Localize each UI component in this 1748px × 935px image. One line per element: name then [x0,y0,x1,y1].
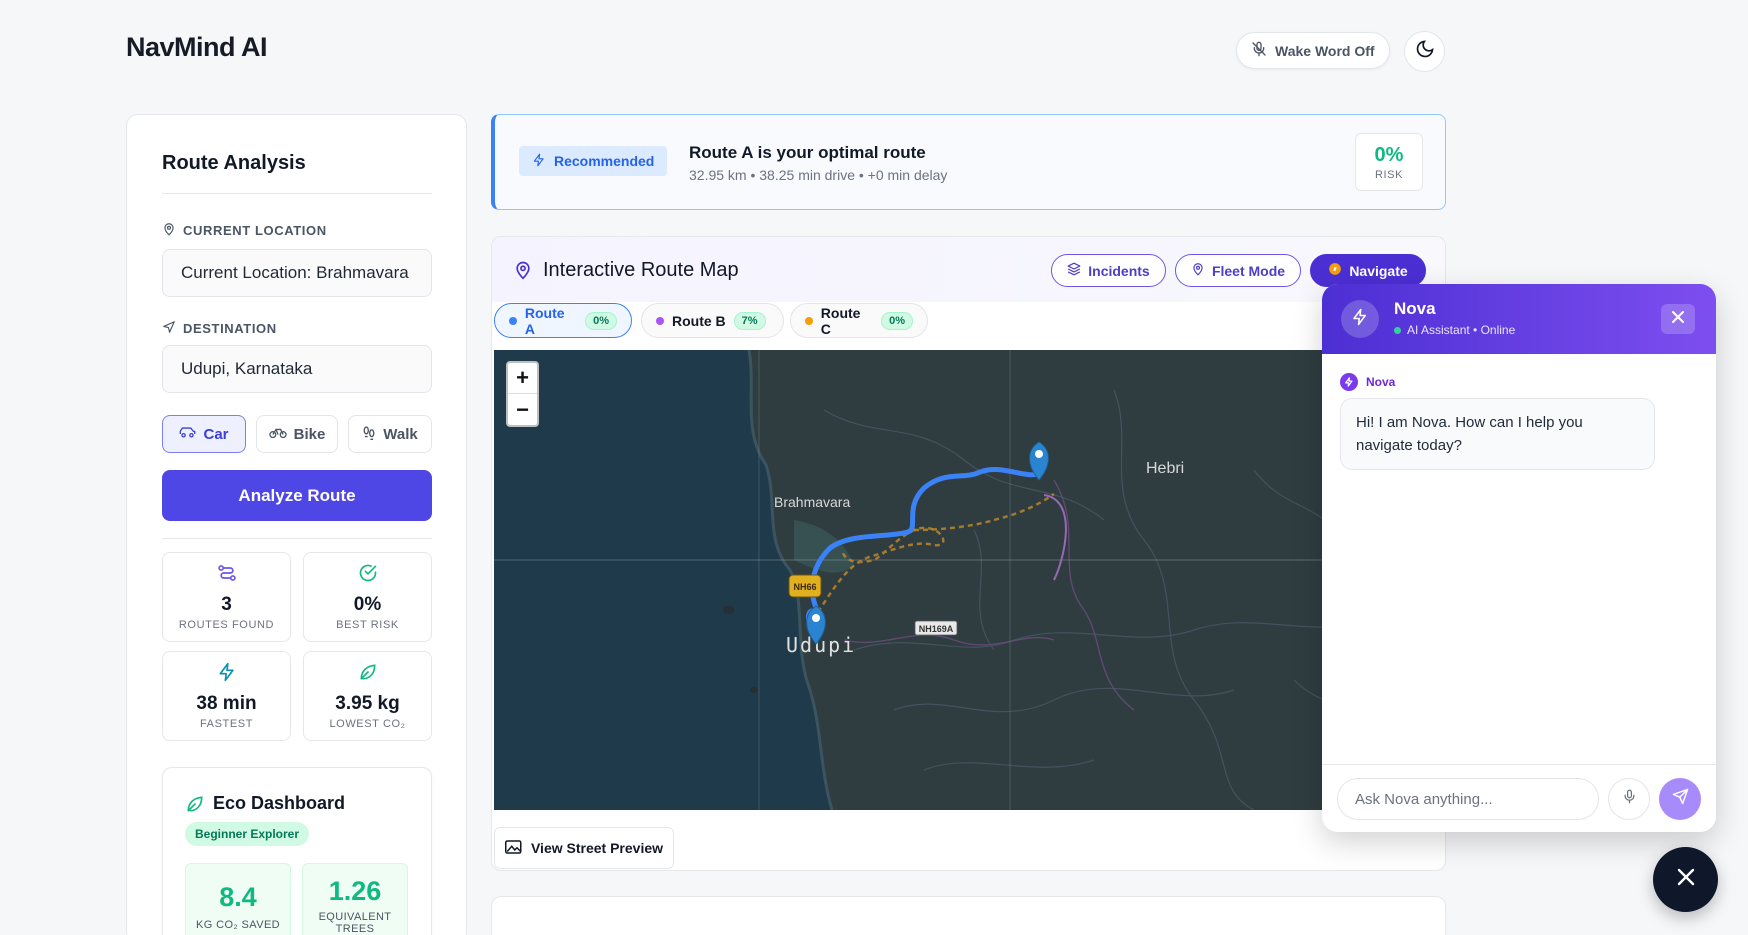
nova-avatar [1341,300,1379,338]
navigation-arrow-icon [162,320,176,337]
zoom-controls: + − [506,361,539,427]
voice-input-button[interactable] [1608,778,1650,820]
route-tab-c[interactable]: Route C 0% [790,303,928,338]
eco-co2-saved-card: 8.4 KG CO₂ SAVED [185,863,291,935]
zoom-out-button[interactable]: − [508,394,537,425]
lightning-icon [532,153,546,170]
secondary-card [491,896,1446,935]
map-pin-icon [1191,262,1205,279]
route-b-dot [656,316,664,325]
navigate-button[interactable]: Navigate [1310,254,1426,287]
mode-car-button[interactable]: Car [162,415,246,453]
view-street-preview-button[interactable]: View Street Preview [494,827,674,869]
pin-icon [162,222,176,239]
chat-toggle-button[interactable] [1653,847,1718,912]
wake-word-label: Wake Word Off [1275,42,1375,59]
analyze-route-button[interactable]: Analyze Route [162,470,432,521]
mic-off-icon [1251,41,1267,60]
route-tab-b[interactable]: Route B 7% [641,303,784,338]
stat-lowest-co2: 3.95 kg LOWEST CO₂ [303,651,432,741]
close-icon [1676,867,1696,892]
route-map-card: Interactive Route Map Incidents Fleet Mo… [491,236,1446,871]
route-tab-a[interactable]: Route A 0% [494,303,632,338]
moon-icon [1415,39,1435,64]
zoom-in-button[interactable]: + [508,363,537,394]
eco-dashboard-title: Eco Dashboard [213,793,346,813]
divider [162,538,432,539]
car-icon [179,425,196,443]
app-brand: NavMind AI [126,32,268,62]
map-title: Interactive Route Map [543,259,739,281]
wake-word-button[interactable]: Wake Word Off [1236,32,1390,69]
layers-icon [1067,262,1081,279]
nh169a-shield: NH169A [919,624,954,634]
route-a-dot [509,316,517,325]
chat-footer: Ask Nova anything... [1322,764,1716,832]
close-icon [1672,310,1684,328]
message-sender: Nova [1340,373,1395,391]
current-location-label: CURRENT LOCATION [162,222,327,239]
check-circle-icon [358,563,378,588]
eco-dashboard: Eco Dashboard Beginner Explorer 8.4 KG C… [162,767,432,935]
send-icon [1672,788,1689,810]
mode-bike-button[interactable]: Bike [256,415,338,453]
divider [162,193,432,194]
lightning-icon [1351,308,1369,331]
nova-chat-panel: Nova AI Assistant • Online Nova Hi! I am… [1322,284,1716,832]
compass-icon [1328,262,1342,279]
mode-walk-button[interactable]: Walk [348,415,432,453]
fleet-mode-button[interactable]: Fleet Mode [1175,254,1301,287]
route-analysis-panel: Route Analysis CURRENT LOCATION Current … [126,114,467,935]
theme-toggle-button[interactable] [1404,31,1445,72]
map-pin-icon [513,259,533,286]
footprints-icon [362,425,376,444]
incidents-button[interactable]: Incidents [1051,254,1166,287]
route-map[interactable]: NH66 NH169A Brahmavara Hebri Udupi + − [494,350,1445,810]
bike-icon [268,425,287,443]
recommendation-details: 32.95 km • 38.25 min drive • +0 min dela… [689,167,948,183]
map-label-brahmavara: Brahmavara [774,494,850,510]
chat-header [1322,284,1716,354]
destination-label: DESTINATION [162,320,277,337]
risk-indicator: 0% RISK [1355,133,1423,191]
stat-best-risk: 0% BEST RISK [303,552,432,642]
chat-title: Nova [1394,299,1436,318]
leaf-icon [358,662,378,687]
current-location-input[interactable]: Current Location: Brahmavara [162,249,432,297]
stat-fastest: 38 min FASTEST [162,651,291,741]
destination-input[interactable]: Udupi, Karnataka [162,345,432,393]
map-label-hebri: Hebri [1146,460,1184,477]
route-c-dot [805,316,813,325]
image-icon [504,839,523,858]
leaf-icon [185,794,205,819]
chat-close-button[interactable] [1661,304,1695,334]
online-dot [1394,326,1401,334]
lightning-icon [217,662,237,687]
eco-trees-card: 1.26 EQUIVALENT TREES [302,863,408,935]
recommended-badge: Recommended [519,146,668,176]
chat-status: AI Assistant • Online [1394,323,1515,337]
routes-icon [217,563,237,588]
panel-title: Route Analysis [162,152,306,174]
eco-level-badge: Beginner Explorer [185,822,310,846]
stat-routes-found: 3 ROUTES FOUND [162,552,291,642]
recommendation-banner: Recommended Route A is your optimal rout… [491,114,1446,210]
nh66-shield: NH66 [793,582,816,592]
assistant-message: Hi! I am Nova. How can I help you naviga… [1340,398,1655,470]
chat-input[interactable]: Ask Nova anything... [1337,778,1599,820]
send-button[interactable] [1659,778,1701,820]
recommendation-title: Route A is your optimal route [689,143,926,162]
lightning-icon [1340,373,1358,391]
microphone-icon [1622,789,1637,809]
